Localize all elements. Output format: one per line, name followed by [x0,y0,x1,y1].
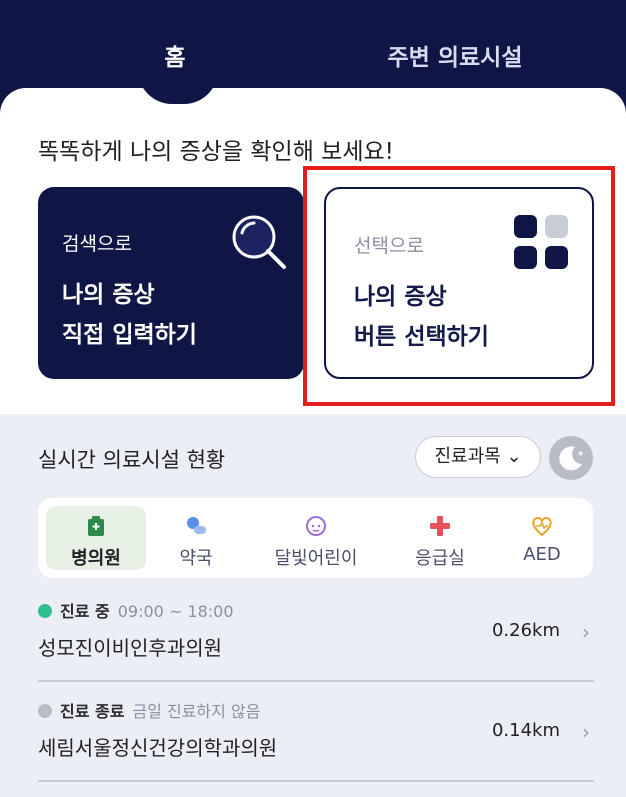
emergency-cross-icon [430,516,450,536]
category-label: 약국 [179,548,213,569]
category-moonlight-children[interactable]: 달빛어린이 [256,506,376,570]
search-icon [232,215,286,269]
facility-name: 세림서울정신건강의학과의원 [38,736,278,760]
category-emergency[interactable]: 응급실 [390,506,490,570]
search-card-title: 나의 증상 직접 입력하기 [62,275,197,355]
department-dropdown-label: 진료과목 [434,446,501,467]
night-mode-toggle[interactable]: ★ [549,436,593,480]
category-tabs: 병의원 약국 달빛어린이 응급실 AED [38,498,593,578]
category-label: 달빛어린이 [274,548,358,569]
highlight-box [303,166,615,406]
page-headline: 똑똑하게 나의 증상을 확인해 보세요! [38,139,394,165]
pharmacy-icon [187,517,206,534]
search-symptom-card[interactable]: 검색으로 나의 증상 직접 입력하기 [38,187,304,379]
category-pharmacy[interactable]: 약국 [146,506,246,570]
department-dropdown[interactable]: 진료과목 ⌄ [415,436,541,478]
hospital-icon [88,516,104,536]
category-label: AED [523,544,561,565]
svg-text:★: ★ [577,449,584,458]
chevron-right-icon: › [582,720,590,744]
facility-name: 성모진이비인후과의원 [38,636,222,660]
facility-distance: 0.26km [491,620,560,641]
facility-distance: 0.14km [491,720,560,741]
category-aed[interactable]: AED [492,506,592,570]
facility-list-item[interactable]: 진료 중 09:00 ~ 18:00 성모진이비인후과의원 0.26km › [38,592,594,682]
facility-status: 진료 중 09:00 ~ 18:00 [38,598,234,622]
status-dot-icon [38,704,52,718]
category-label: 병의원 [71,548,121,569]
tab-nearby-facilities[interactable]: 주변 의료시설 [370,40,540,76]
chevron-right-icon: › [582,620,590,644]
category-hospital[interactable]: 병의원 [46,506,146,570]
status-dot-icon [38,604,52,618]
status-text: 진료 중 [60,602,110,621]
facility-status: 진료 종료 금일 진료하지 않음 [38,698,260,722]
search-card-subtitle: 검색으로 [62,233,132,255]
realtime-title: 실시간 의료시설 현황 [38,448,226,472]
facility-list-item[interactable]: 진료 종료 금일 진료하지 않음 세림서울정신건강의학과의원 0.14km › [38,692,594,782]
facility-hours: 금일 진료하지 않음 [132,702,261,721]
moon-icon: ★ [559,446,584,471]
status-text: 진료 종료 [60,702,125,721]
aed-heart-icon [532,516,552,537]
child-icon [306,516,326,536]
search-card-title-line1: 나의 증상 [62,282,155,308]
chevron-down-icon: ⌄ [506,446,522,467]
facility-hours: 09:00 ~ 18:00 [117,602,234,621]
category-label: 응급실 [415,548,465,569]
search-card-title-line2: 직접 입력하기 [62,322,197,348]
